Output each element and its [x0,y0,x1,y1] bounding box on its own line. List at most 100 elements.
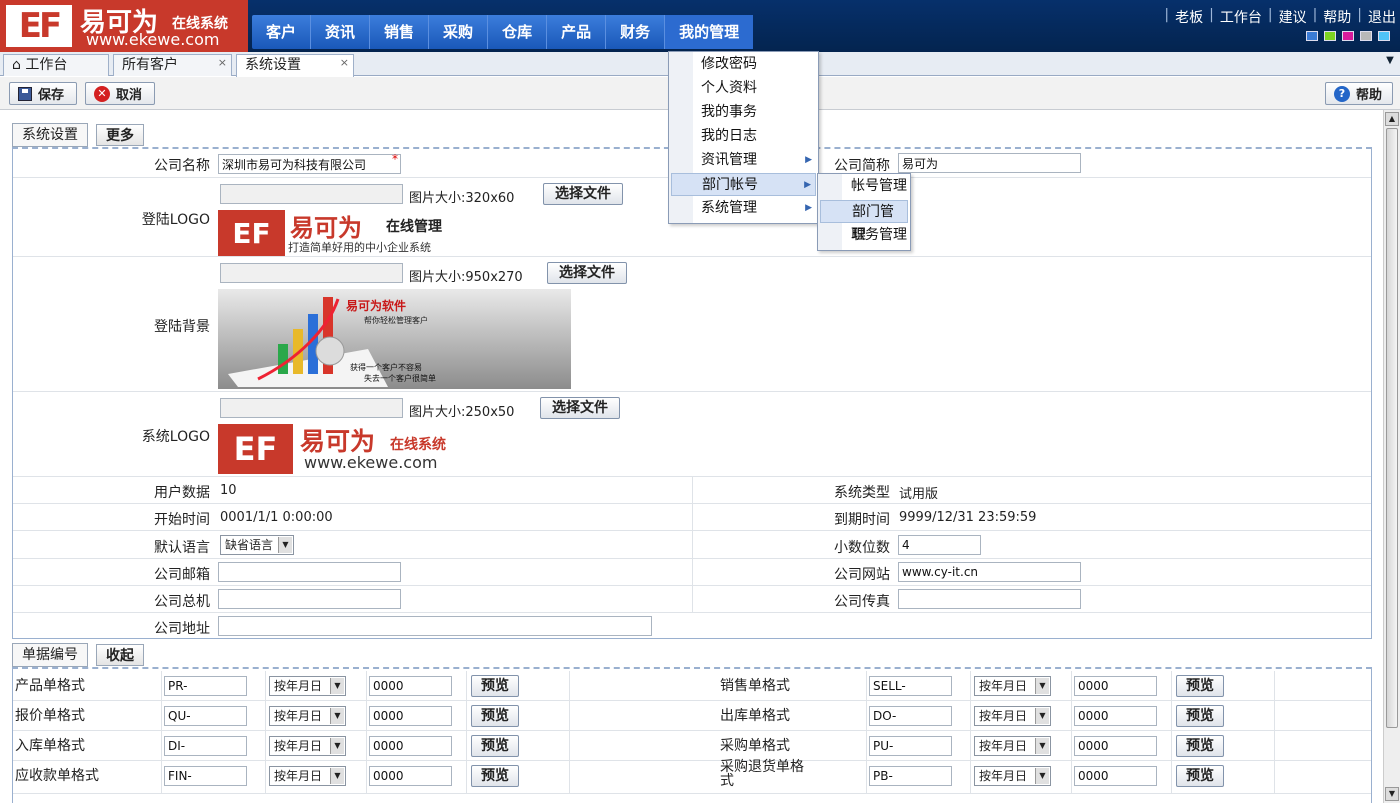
tab-system-settings-section[interactable]: 系统设置 [12,123,88,147]
company-address-input[interactable] [218,616,652,636]
doc-prefix-input[interactable] [869,676,952,696]
preview-button[interactable]: 预览 [471,735,519,757]
preview-button[interactable]: 预览 [471,705,519,727]
doc-prefix-input[interactable] [869,766,952,786]
menu-item-change-password[interactable]: 修改密码 [671,53,816,76]
doc-date-mode-select[interactable]: 按年月日 ▼ [269,706,346,726]
preview-button[interactable]: 预览 [1176,705,1224,727]
choose-file-button[interactable]: 选择文件 [543,183,623,205]
theme-swatch-pink[interactable] [1342,31,1354,41]
menu-item-my-affairs[interactable]: 我的事务 [671,101,816,124]
doc-date-mode-select[interactable]: 按年月日 ▼ [269,736,346,756]
help-button[interactable]: ? 帮助 [1325,82,1393,105]
doc-number-input[interactable] [1074,766,1157,786]
doc-date-mode-select[interactable]: 按年月日 ▼ [974,736,1051,756]
doc-number-input[interactable] [1074,676,1157,696]
vertical-scrollbar[interactable]: ▲ ▼ [1383,110,1400,803]
nav-warehouse[interactable]: 仓库 [488,15,548,49]
doc-prefix-input[interactable] [164,676,247,696]
menu-item-news-management[interactable]: 资讯管理 ▶ [671,149,816,172]
theme-swatch-green[interactable] [1324,31,1336,41]
preview-button[interactable]: 预览 [471,765,519,787]
top-link-workbench[interactable]: 工作台 [1220,7,1262,27]
column-divider [692,477,693,504]
doc-prefix-input[interactable] [164,706,247,726]
top-link-help[interactable]: 帮助 [1323,7,1351,27]
nav-sales[interactable]: 销售 [370,15,430,49]
preview-button[interactable]: 预览 [1176,675,1224,697]
decimal-places-input[interactable] [898,535,981,555]
top-link-logout[interactable]: 退出 [1368,7,1396,27]
company-website-input[interactable] [898,562,1081,582]
column-divider [866,701,867,731]
doc-date-mode-select[interactable]: 按年月日 ▼ [269,766,346,786]
company-fax-input[interactable] [898,589,1081,609]
submenu-item-account-management[interactable]: 帐号管理 [820,175,908,198]
doc-prefix-input[interactable] [164,736,247,756]
nav-customer[interactable]: 客户 [252,15,312,49]
more-button[interactable]: 更多 [96,124,144,146]
doc-date-mode-select[interactable]: 按年月日 ▼ [974,706,1051,726]
doc-date-mode-select[interactable]: 按年月日 ▼ [974,676,1051,696]
scroll-up-icon[interactable]: ▲ [1385,112,1399,126]
menu-item-my-log[interactable]: 我的日志 [671,125,816,148]
scroll-thumb[interactable] [1386,128,1398,728]
preview-button[interactable]: 预览 [1176,765,1224,787]
doc-date-mode-value: 按年月日 [274,679,323,693]
submenu-item-position-management[interactable]: 职务管理 [820,224,908,247]
submenu-item-dept-management[interactable]: 部门管理 [820,200,908,243]
theme-swatch-blue[interactable] [1306,31,1318,41]
sys-logo-file-input[interactable] [220,398,403,418]
nav-finance[interactable]: 财务 [606,15,666,49]
company-phone-input[interactable] [218,589,401,609]
company-email-input[interactable] [218,562,401,582]
doc-number-input[interactable] [1074,736,1157,756]
cancel-button[interactable]: ✕ 取消 [85,82,155,105]
preview-button[interactable]: 预览 [1176,735,1224,757]
choose-file-button[interactable]: 选择文件 [540,397,620,419]
doc-prefix-input[interactable] [869,736,952,756]
chevron-down-icon[interactable]: ▼ [1383,55,1397,71]
column-divider [569,671,570,701]
doc-prefix-input[interactable] [164,766,247,786]
nav-news[interactable]: 资讯 [311,15,371,49]
tab-workbench[interactable]: ⌂ 工作台 [3,54,109,76]
choose-file-button[interactable]: 选择文件 [547,262,627,284]
preview-button[interactable]: 预览 [471,675,519,697]
login-bg-file-input[interactable] [220,263,403,283]
start-time-label: 开始时间 [154,512,210,528]
theme-swatch-cyan[interactable] [1378,31,1390,41]
doc-number-input[interactable] [369,766,452,786]
close-icon[interactable]: × [340,53,349,73]
doc-date-mode-select[interactable]: 按年月日 ▼ [974,766,1051,786]
scroll-down-icon[interactable]: ▼ [1385,787,1399,801]
doc-number-input[interactable] [369,706,452,726]
nav-product[interactable]: 产品 [547,15,607,49]
tab-all-customers[interactable]: 所有客户 × [113,54,232,76]
menu-item-profile[interactable]: 个人资料 [671,77,816,100]
short-name-input[interactable] [898,153,1081,173]
column-divider [1071,671,1072,701]
help-icon: ? [1334,85,1350,102]
nav-purchase[interactable]: 采购 [429,15,489,49]
login-logo-file-input[interactable] [220,184,403,204]
save-button[interactable]: 保存 [9,82,77,105]
company-name-input[interactable] [218,154,401,174]
menu-item-dept-accounts[interactable]: 部门帐号 ▶ [671,173,816,196]
tab-doc-numbering[interactable]: 单据编号 [12,643,88,667]
collapse-button[interactable]: 收起 [96,644,144,666]
doc-number-input[interactable] [1074,706,1157,726]
theme-swatch-gray[interactable] [1360,31,1372,41]
doc-number-input[interactable] [369,676,452,696]
tab-system-settings[interactable]: 系统设置 × [236,54,354,77]
close-icon[interactable]: × [218,53,227,73]
doc-number-input[interactable] [369,736,452,756]
default-language-select[interactable]: 缺省语言 ▼ [220,535,294,555]
nav-my-management[interactable]: 我的管理 [665,15,754,49]
top-link-suggest[interactable]: 建议 [1279,7,1307,27]
doc-prefix-input[interactable] [869,706,952,726]
menu-item-system-management[interactable]: 系统管理 ▶ [671,197,816,220]
doc-date-mode-select[interactable]: 按年月日 ▼ [269,676,346,696]
top-link-boss[interactable]: 老板 [1175,7,1203,27]
app-logo[interactable]: EF 易可为 在线系统 www.ekewe.com [0,0,248,52]
